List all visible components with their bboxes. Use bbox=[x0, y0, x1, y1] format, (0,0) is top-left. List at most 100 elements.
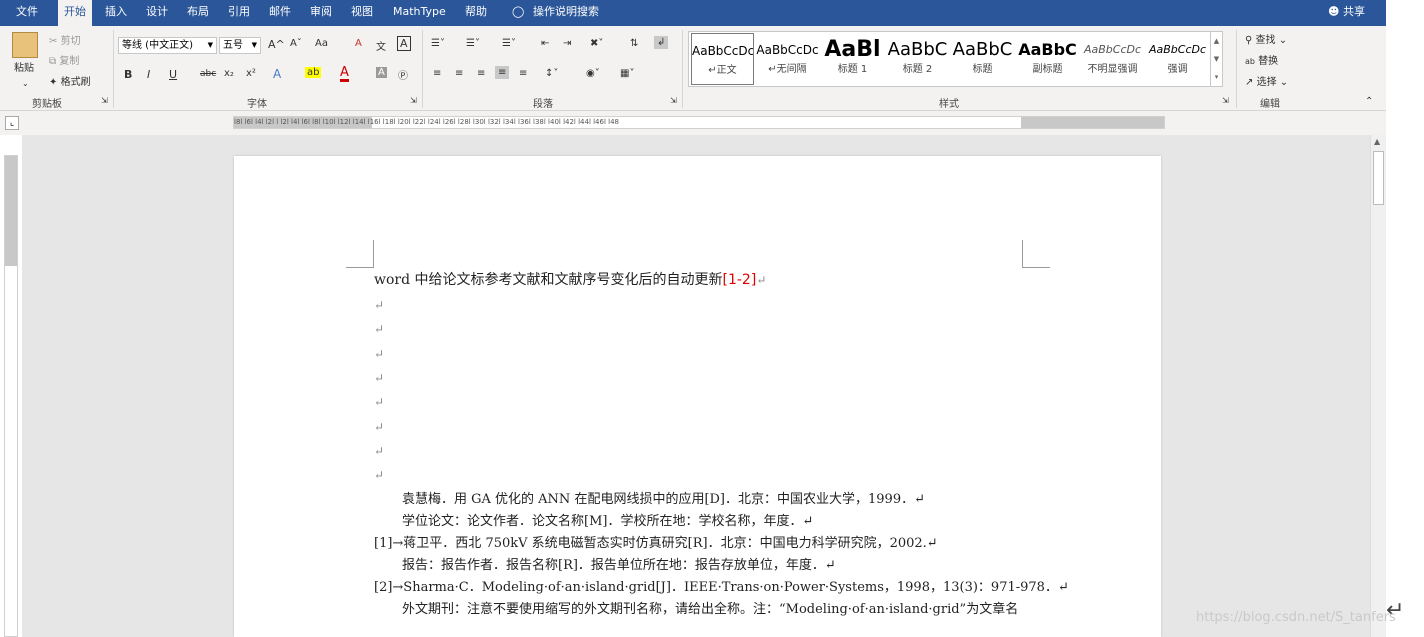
document-page[interactable]: word 中给论文标参考文献和文献序号变化后的自动更新[1-2]↵ ↵ ↵ ↵ … bbox=[234, 156, 1161, 637]
tab-design[interactable]: 设计 bbox=[140, 0, 174, 26]
scrollbar-thumb[interactable] bbox=[1373, 151, 1384, 205]
strikethrough-button[interactable]: abc bbox=[200, 69, 216, 79]
decrease-indent-icon[interactable]: ⇤ bbox=[541, 38, 549, 49]
style-heading-1[interactable]: AaBl 标题 1 bbox=[821, 33, 884, 85]
dialog-launcher-icon[interactable]: ⇲ bbox=[670, 96, 677, 105]
tab-file[interactable]: 文件 bbox=[10, 0, 44, 26]
text-effects-icon[interactable]: A bbox=[273, 67, 281, 81]
empty-paragraph[interactable]: ↵ bbox=[374, 393, 384, 411]
increase-indent-icon[interactable]: ⇥ bbox=[563, 38, 571, 49]
highlight-icon[interactable]: ab bbox=[305, 67, 322, 78]
find-button[interactable]: ⚲ 查找 ⌄ bbox=[1245, 31, 1287, 46]
scroll-up-icon[interactable]: ▲ bbox=[1374, 137, 1380, 146]
empty-paragraph[interactable]: ↵ bbox=[374, 345, 384, 363]
tab-home[interactable]: 开始 bbox=[58, 0, 92, 27]
distributed-icon[interactable]: ≡ bbox=[519, 68, 527, 79]
vertical-ruler[interactable] bbox=[4, 155, 18, 637]
change-case-button[interactable]: Aa bbox=[315, 38, 328, 49]
grow-font-button[interactable]: A^ bbox=[268, 38, 285, 51]
copy-button[interactable]: ⧉ 复制 bbox=[49, 52, 79, 67]
italic-button[interactable]: I bbox=[147, 68, 150, 81]
align-left-icon[interactable]: ≡ bbox=[433, 68, 441, 79]
subscript-button[interactable]: x₂ bbox=[224, 68, 234, 79]
character-border-button[interactable]: A bbox=[397, 36, 411, 51]
character-shading-icon[interactable]: A bbox=[376, 67, 387, 78]
reference-line[interactable]: 袁慧梅．用 GA 优化的 ANN 在配电网线损中的应用[D]．北京：中国农业大学… bbox=[402, 491, 925, 509]
borders-icon[interactable]: ▦˅ bbox=[620, 68, 634, 79]
bold-button[interactable]: B bbox=[124, 68, 132, 81]
dialog-launcher-icon[interactable]: ⇲ bbox=[101, 96, 108, 105]
ribbon-home: 粘贴 ⌄ ✂ 剪切 ⧉ 复制 ✦ 格式刷 剪贴板 ⇲ 等线 (中文正文) ▼ 五号… bbox=[0, 26, 1386, 111]
tab-review[interactable]: 审阅 bbox=[304, 0, 338, 26]
dialog-launcher-icon[interactable]: ⇲ bbox=[1222, 96, 1229, 105]
style-emphasis[interactable]: AaBbCcDc 强调 bbox=[1146, 33, 1209, 85]
shading-icon[interactable]: ◉˅ bbox=[586, 68, 600, 79]
align-center-icon[interactable]: ≡ bbox=[455, 68, 463, 79]
reference-line[interactable]: 学位论文：论文作者．论文名称[M]．学校所在地：学校名称，年度．↵ bbox=[402, 513, 813, 531]
reference-line[interactable]: 报告：报告作者．报告名称[R]．报告单位所在地：报告存放单位，年度．↵ bbox=[402, 557, 836, 575]
style-subtle-emphasis[interactable]: AaBbCcDc 不明显强调 bbox=[1081, 33, 1144, 85]
font-size-select[interactable]: 五号 ▼ bbox=[219, 37, 261, 54]
chevron-down-icon[interactable]: ⌄ bbox=[22, 76, 29, 92]
replace-button[interactable]: ab 替换 bbox=[1245, 52, 1278, 67]
style-normal[interactable]: AaBbCcDc ↵正文 bbox=[691, 33, 754, 85]
empty-paragraph[interactable]: ↵ bbox=[374, 369, 384, 387]
empty-paragraph[interactable]: ↵ bbox=[374, 442, 384, 460]
search-icon: ⚲ bbox=[1245, 35, 1253, 46]
font-name-select[interactable]: 等线 (中文正文) ▼ bbox=[118, 37, 217, 54]
tab-mailings[interactable]: 邮件 bbox=[263, 0, 297, 26]
style-subtitle[interactable]: AaBbC 副标题 bbox=[1016, 33, 1079, 85]
citation-marker: [1-2] bbox=[722, 272, 757, 288]
collapse-ribbon-icon[interactable]: ⌃ bbox=[1365, 96, 1373, 107]
font-color-icon[interactable]: A bbox=[340, 66, 349, 82]
tab-insert[interactable]: 插入 bbox=[99, 0, 133, 26]
show-marks-icon[interactable]: ↲ bbox=[654, 36, 669, 49]
style-title[interactable]: AaBbC 标题 bbox=[951, 33, 1014, 85]
empty-paragraph[interactable]: ↵ bbox=[374, 466, 384, 484]
reference-line[interactable]: [2]→Sharma·C．Modeling·of·an·island·grid[… bbox=[374, 579, 1069, 597]
empty-paragraph[interactable]: ↵ bbox=[374, 418, 384, 436]
tab-references[interactable]: 引用 bbox=[222, 0, 256, 26]
empty-paragraph[interactable]: ↵ bbox=[374, 320, 384, 338]
horizontal-ruler[interactable]: l8l l6l l4l l2l l l2l l4l l6l l8l l10l l… bbox=[233, 116, 1165, 129]
underline-button[interactable]: U bbox=[169, 68, 177, 81]
format-painter-button[interactable]: ✦ 格式刷 bbox=[49, 73, 91, 88]
phonetic-guide-button[interactable]: 文 bbox=[376, 38, 386, 53]
paragraph-mark: ↵ bbox=[756, 273, 767, 287]
tab-help[interactable]: 帮助 bbox=[459, 0, 493, 26]
paste-button[interactable]: 粘贴 bbox=[14, 61, 34, 77]
align-right-icon[interactable]: ≡ bbox=[477, 68, 485, 79]
gallery-scroll[interactable]: ▲ ▼ ▾ bbox=[1210, 32, 1222, 86]
tab-layout[interactable]: 布局 bbox=[181, 0, 215, 26]
enclose-characters-icon[interactable]: Ⓟ bbox=[398, 67, 408, 82]
reference-line[interactable]: [1]→蒋卫平．西北 750kV 系统电磁暂态实时仿真研究[R]．北京：中国电力… bbox=[374, 535, 938, 553]
empty-paragraph[interactable]: ↵ bbox=[374, 296, 384, 314]
numbering-icon[interactable]: ☰˅ bbox=[466, 38, 480, 49]
clear-formatting-button[interactable]: A bbox=[355, 38, 362, 49]
tab-selector[interactable]: ⌞ bbox=[5, 116, 19, 130]
shrink-font-button[interactable]: Aˇ bbox=[290, 38, 302, 49]
reference-line[interactable]: 外文期刊：注意不要使用缩写的外文期刊名称，请给出全称。注：“Modeling·o… bbox=[402, 601, 1018, 619]
style-no-spacing[interactable]: AaBbCcDc ↵无间隔 bbox=[756, 33, 819, 85]
superscript-button[interactable]: x² bbox=[246, 68, 256, 79]
group-divider bbox=[113, 30, 114, 108]
justify-icon[interactable]: ≡ bbox=[495, 66, 510, 79]
chinese-layout-icon[interactable]: ✖˅ bbox=[590, 38, 603, 49]
vertical-scrollbar[interactable]: ▲ bbox=[1370, 135, 1386, 637]
share-button[interactable]: ☻ 共享 bbox=[1322, 0, 1371, 26]
tab-mathtype[interactable]: MathType bbox=[387, 0, 452, 26]
line-spacing-icon[interactable]: ↕˅ bbox=[545, 68, 558, 79]
multilevel-list-icon[interactable]: ☰˅ bbox=[502, 38, 516, 49]
tell-me-search[interactable]: 操作说明搜索 bbox=[527, 0, 605, 26]
dialog-launcher-icon[interactable]: ⇲ bbox=[410, 96, 417, 105]
style-preview: AaBl bbox=[824, 37, 881, 62]
select-button[interactable]: ↗ 选择 ⌄ bbox=[1245, 73, 1288, 88]
style-heading-2[interactable]: AaBbC 标题 2 bbox=[886, 33, 949, 85]
heading-text: word 中给论文标参考文献和文献序号变化后的自动更新 bbox=[374, 272, 723, 288]
cut-button[interactable]: ✂ 剪切 bbox=[49, 32, 81, 47]
bullets-icon[interactable]: ☰˅ bbox=[431, 38, 445, 49]
document-heading[interactable]: word 中给论文标参考文献和文献序号变化后的自动更新[1-2]↵ bbox=[374, 271, 766, 289]
tab-view[interactable]: 视图 bbox=[345, 0, 379, 26]
sort-icon[interactable]: ⇅ bbox=[630, 38, 638, 49]
clipboard-icon[interactable] bbox=[12, 32, 38, 58]
